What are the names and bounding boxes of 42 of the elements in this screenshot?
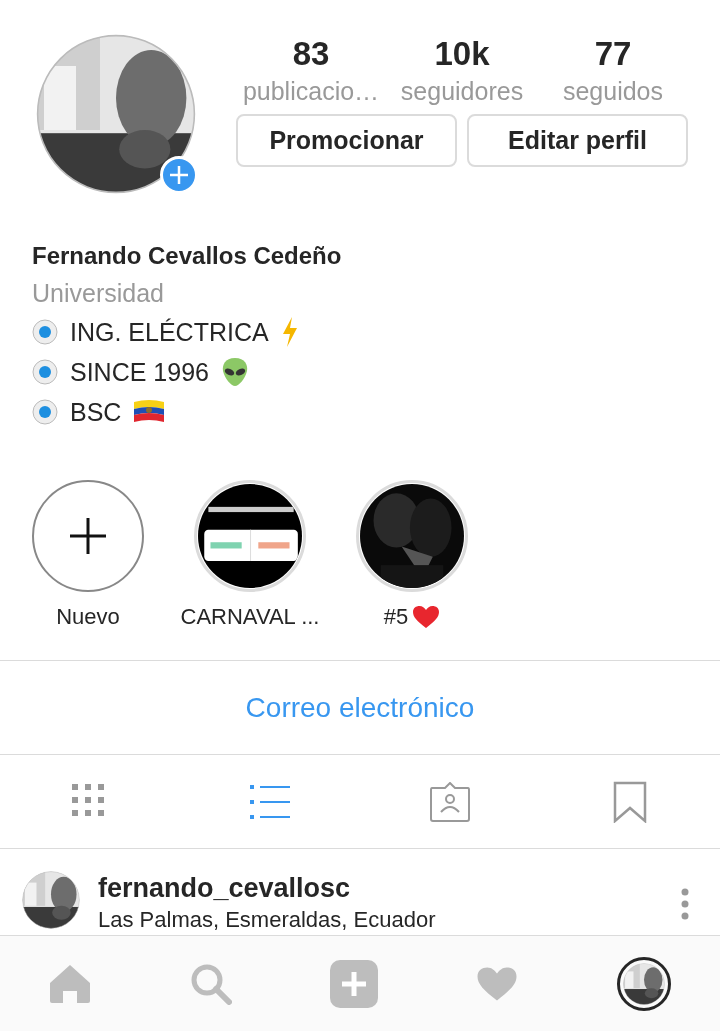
- stat-count: 77: [594, 34, 632, 74]
- home-nav-button[interactable]: [49, 963, 92, 1004]
- bio-line: BSC: [70, 397, 122, 427]
- alien-icon: [220, 357, 249, 387]
- radio-button-icon: [32, 319, 58, 345]
- promote-button[interactable]: Promocionar: [236, 114, 457, 167]
- bookmark-icon: [613, 780, 647, 823]
- home-icon: [49, 963, 92, 1004]
- bio-line: ING. ELÉCTRICA: [70, 317, 269, 347]
- stat-label: seguidores: [400, 76, 524, 107]
- more-options-icon[interactable]: [680, 887, 690, 921]
- add-post-icon: [329, 959, 378, 1008]
- highlight-label: #5: [383, 604, 409, 630]
- heart-icon: [476, 965, 519, 1002]
- radio-button-icon: [32, 399, 58, 425]
- profile-category: Universidad: [32, 278, 165, 309]
- flag-icon: [133, 399, 166, 425]
- stat-label: seguidos: [562, 76, 664, 107]
- post-location[interactable]: Las Palmas, Esmeraldas, Ecuador: [98, 905, 662, 935]
- plus-icon: [169, 165, 189, 185]
- new-highlight-button[interactable]: [32, 480, 144, 592]
- search-nav-button[interactable]: [189, 962, 232, 1005]
- radio-button-icon: [32, 359, 58, 385]
- lightning-icon: [280, 317, 299, 347]
- highlight-label: Nuevo: [56, 604, 120, 630]
- stat-count: 10k: [434, 34, 490, 74]
- heart-icon: [412, 605, 441, 629]
- add-nav-button[interactable]: [329, 959, 378, 1008]
- highlight-label: CARNAVAL ...: [180, 604, 320, 630]
- edit-profile-button[interactable]: Editar perfil: [467, 114, 688, 167]
- profile-avatar: [622, 962, 665, 1005]
- plus-icon: [68, 516, 108, 556]
- profile-nav-button[interactable]: [616, 956, 671, 1011]
- activity-nav-button[interactable]: [476, 965, 519, 1002]
- bio-line: SINCE 1996: [70, 357, 209, 387]
- stat-count: 83: [292, 34, 330, 74]
- tagged-person-icon: [429, 781, 471, 822]
- search-icon: [189, 962, 232, 1005]
- profile-name: Fernando Cevallos Cedeño: [32, 241, 343, 271]
- list-icon: [250, 784, 290, 819]
- stat-label: publicacio…: [242, 76, 380, 107]
- post-username[interactable]: fernando_cevallosc: [98, 871, 662, 905]
